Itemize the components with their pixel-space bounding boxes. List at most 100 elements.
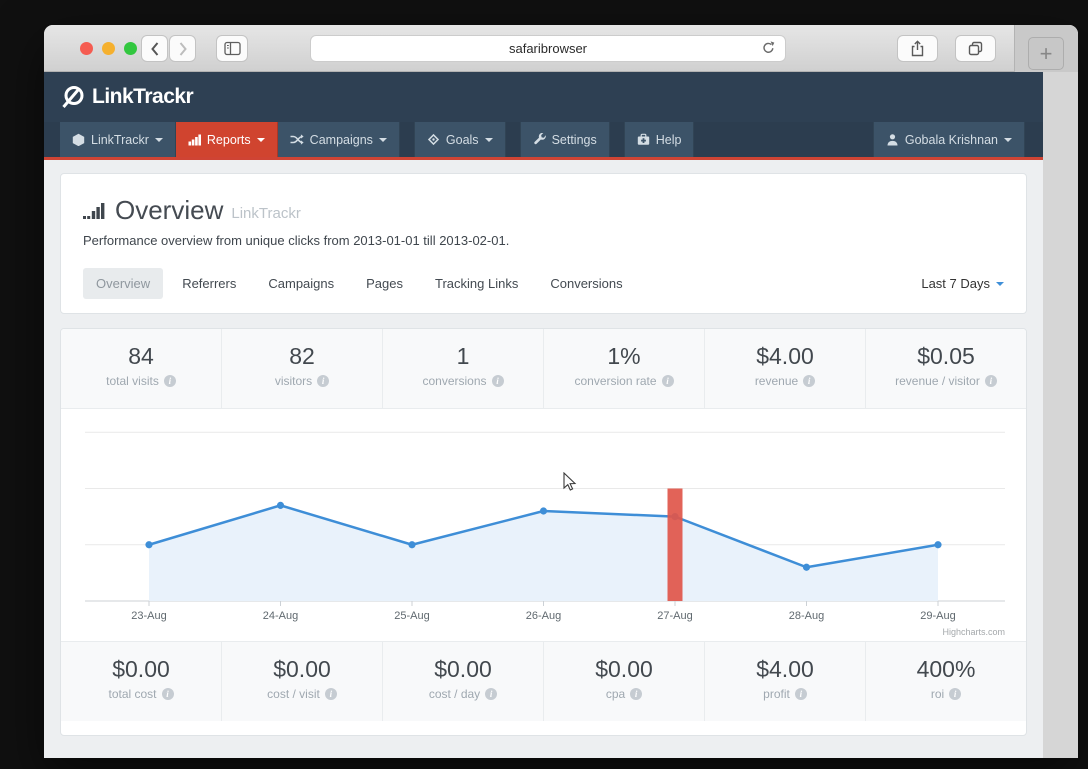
tab-overview[interactable]: Overview bbox=[83, 268, 164, 299]
diamond-icon bbox=[427, 133, 440, 146]
person-icon bbox=[886, 133, 899, 146]
minimize-window-button[interactable] bbox=[102, 42, 115, 55]
nav-item-settings[interactable]: Settings bbox=[519, 122, 610, 157]
reload-button[interactable] bbox=[761, 40, 776, 59]
web-page: LinkTrackr LinkTrackr Reports Campaigns … bbox=[44, 72, 1043, 758]
info-icon[interactable]: i bbox=[163, 375, 176, 387]
traffic-lights bbox=[80, 42, 137, 55]
caret-down-icon bbox=[484, 137, 493, 142]
nav-item-campaigns[interactable]: Campaigns bbox=[277, 122, 400, 157]
overview-stats-card: 84 total visits i 82 visitors i 1 conversi… bbox=[60, 328, 1027, 736]
stat-conversion-rate: 1% conversion rate i bbox=[544, 329, 705, 408]
stat-value: $4.00 bbox=[756, 656, 814, 682]
data-point-25-Aug[interactable] bbox=[408, 541, 416, 549]
date-range-label: Last 7 Days bbox=[921, 276, 990, 291]
cube-icon bbox=[72, 133, 85, 146]
data-point-24-Aug[interactable] bbox=[276, 501, 285, 509]
top-stats-row: 84 total visits i 82 visitors i 1 conversi… bbox=[61, 329, 1026, 409]
user-menu[interactable]: Gobala Krishnan bbox=[872, 122, 1025, 157]
page-title: Overview bbox=[115, 195, 224, 225]
stat-label: cost / visit bbox=[267, 687, 320, 701]
address-bar-text: safaribrowser bbox=[508, 41, 588, 56]
x-tick-label: 29-Aug bbox=[920, 610, 955, 622]
new-tab-button[interactable]: + bbox=[1028, 37, 1064, 70]
tabs-overview-icon bbox=[968, 41, 983, 56]
close-window-button[interactable] bbox=[80, 42, 93, 55]
medkit-icon bbox=[637, 133, 650, 146]
tab-conversions[interactable]: Conversions bbox=[537, 268, 635, 299]
site-header: LinkTrackr bbox=[44, 72, 1043, 122]
caret-down-icon bbox=[996, 281, 1004, 286]
nav-item-help[interactable]: Help bbox=[623, 122, 695, 157]
user-name: Gobala Krishnan bbox=[904, 132, 998, 147]
data-point-23-Aug[interactable] bbox=[145, 541, 153, 549]
info-icon[interactable]: i bbox=[317, 375, 330, 387]
linktrackr-logo[interactable]: LinkTrackr bbox=[60, 84, 194, 110]
wrench-icon bbox=[533, 133, 546, 146]
stat-total-cost: $0.00 total cost i bbox=[61, 642, 222, 721]
share-button[interactable] bbox=[897, 35, 938, 62]
stat-value: $0.00 bbox=[595, 656, 653, 682]
stat-revenue-per-visitor: $0.05 revenue / visitor i bbox=[866, 329, 1026, 408]
zoom-window-button[interactable] bbox=[124, 42, 137, 55]
info-icon[interactable]: i bbox=[491, 375, 504, 387]
x-tick-label: 25-Aug bbox=[394, 610, 429, 622]
stat-label: total visits bbox=[106, 374, 159, 388]
info-icon[interactable]: i bbox=[630, 688, 643, 700]
nav-label: LinkTrackr bbox=[91, 132, 149, 147]
highlight-bar-27-Aug[interactable] bbox=[667, 488, 683, 602]
info-icon[interactable]: i bbox=[485, 688, 498, 700]
nav-item-reports[interactable]: Reports bbox=[175, 122, 278, 157]
nav-label: Goals bbox=[445, 132, 479, 147]
info-icon[interactable]: i bbox=[949, 688, 962, 700]
stat-total-visits: 84 total visits i bbox=[61, 329, 222, 408]
x-tick-label: 26-Aug bbox=[526, 610, 561, 622]
stat-label: cost / day bbox=[428, 687, 481, 701]
date-range-selector[interactable]: Last 7 Days bbox=[921, 276, 1004, 291]
info-icon[interactable]: i bbox=[803, 375, 816, 387]
page-title-chart-icon bbox=[83, 202, 105, 219]
nav-label: Reports bbox=[206, 132, 251, 147]
stat-label: conversion rate bbox=[574, 374, 657, 388]
page-title-suffix: LinkTrackr bbox=[231, 205, 301, 222]
page-subtitle: Performance overview from unique clicks … bbox=[83, 233, 510, 248]
show-tabs-button[interactable] bbox=[955, 35, 996, 62]
info-icon[interactable]: i bbox=[661, 375, 674, 387]
mouse-cursor bbox=[563, 471, 577, 497]
data-point-28-Aug[interactable] bbox=[802, 563, 811, 571]
nav-item-goals[interactable]: Goals bbox=[413, 122, 506, 157]
stat-label: revenue / visitor bbox=[895, 374, 980, 388]
stat-label: roi bbox=[930, 687, 945, 701]
address-bar[interactable]: safaribrowser bbox=[310, 35, 786, 62]
forward-button[interactable] bbox=[169, 35, 196, 62]
stat-value: 1% bbox=[607, 343, 641, 369]
x-tick-label: 23-Aug bbox=[131, 610, 166, 622]
reload-icon bbox=[763, 41, 775, 53]
x-tick-label: 28-Aug bbox=[789, 610, 824, 622]
info-icon[interactable]: i bbox=[324, 688, 337, 700]
tab-tracking-links[interactable]: Tracking Links bbox=[422, 268, 531, 299]
stat-revenue: $4.00 revenue i bbox=[705, 329, 866, 408]
line-chart: 23-Aug 24-Aug 25-Aug 26-Aug 27-Aug 28-Aug 29-A… bbox=[85, 431, 1005, 637]
info-icon[interactable]: i bbox=[161, 688, 174, 700]
sidebar-toggle-button[interactable] bbox=[216, 35, 248, 62]
info-icon[interactable]: i bbox=[984, 375, 997, 387]
tab-referrers[interactable]: Referrers bbox=[169, 268, 249, 299]
visits-chart[interactable]: 23-Aug 24-Aug 25-Aug 26-Aug 27-Aug 28-Aug 29-A… bbox=[61, 409, 1026, 641]
stat-label: profit bbox=[763, 687, 790, 701]
caret-down-icon bbox=[154, 137, 163, 142]
highcharts-credit[interactable]: Highcharts.com bbox=[942, 627, 1005, 637]
data-point-26-Aug[interactable] bbox=[539, 507, 548, 515]
stat-label: total cost bbox=[108, 687, 157, 701]
tab-campaigns[interactable]: Campaigns bbox=[255, 268, 347, 299]
chevron-right-icon bbox=[179, 41, 187, 56]
info-icon[interactable]: i bbox=[794, 688, 807, 700]
stat-cost-per-visit: $0.00 cost / visit i bbox=[222, 642, 383, 721]
nav-item-linktrackr[interactable]: LinkTrackr bbox=[60, 122, 176, 157]
back-button[interactable] bbox=[141, 35, 168, 62]
caret-down-icon bbox=[378, 137, 387, 142]
stat-profit: $4.00 profit i bbox=[705, 642, 866, 721]
tab-pages[interactable]: Pages bbox=[353, 268, 416, 299]
data-point-29-Aug[interactable] bbox=[934, 541, 942, 549]
bar-chart-icon bbox=[188, 133, 201, 146]
